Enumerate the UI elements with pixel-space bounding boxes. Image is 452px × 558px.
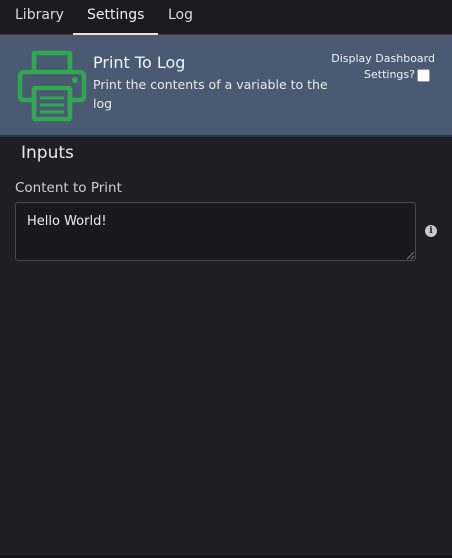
content-to-print-field[interactable]: Hello World! [15, 202, 416, 261]
tab-log[interactable]: Log [168, 0, 193, 33]
printer-icon [17, 50, 87, 122]
content-to-print-label: Content to Print [15, 180, 122, 196]
display-dashboard-label-line1: Display Dashboard [331, 52, 435, 65]
tab-settings[interactable]: Settings [73, 0, 159, 35]
tab-library[interactable]: Library [15, 0, 64, 33]
node-header: Print To Log Print the contents of a var… [0, 35, 452, 137]
info-icon[interactable]: i [425, 225, 437, 237]
tab-bar: Library Settings Log [0, 0, 452, 35]
display-dashboard-checkbox[interactable] [417, 69, 430, 82]
resize-grip-icon[interactable] [406, 251, 415, 260]
node-title: Print To Log [93, 53, 186, 72]
node-description: Print the contents of a variable to the … [93, 77, 328, 111]
inputs-section-title: Inputs [21, 143, 74, 163]
